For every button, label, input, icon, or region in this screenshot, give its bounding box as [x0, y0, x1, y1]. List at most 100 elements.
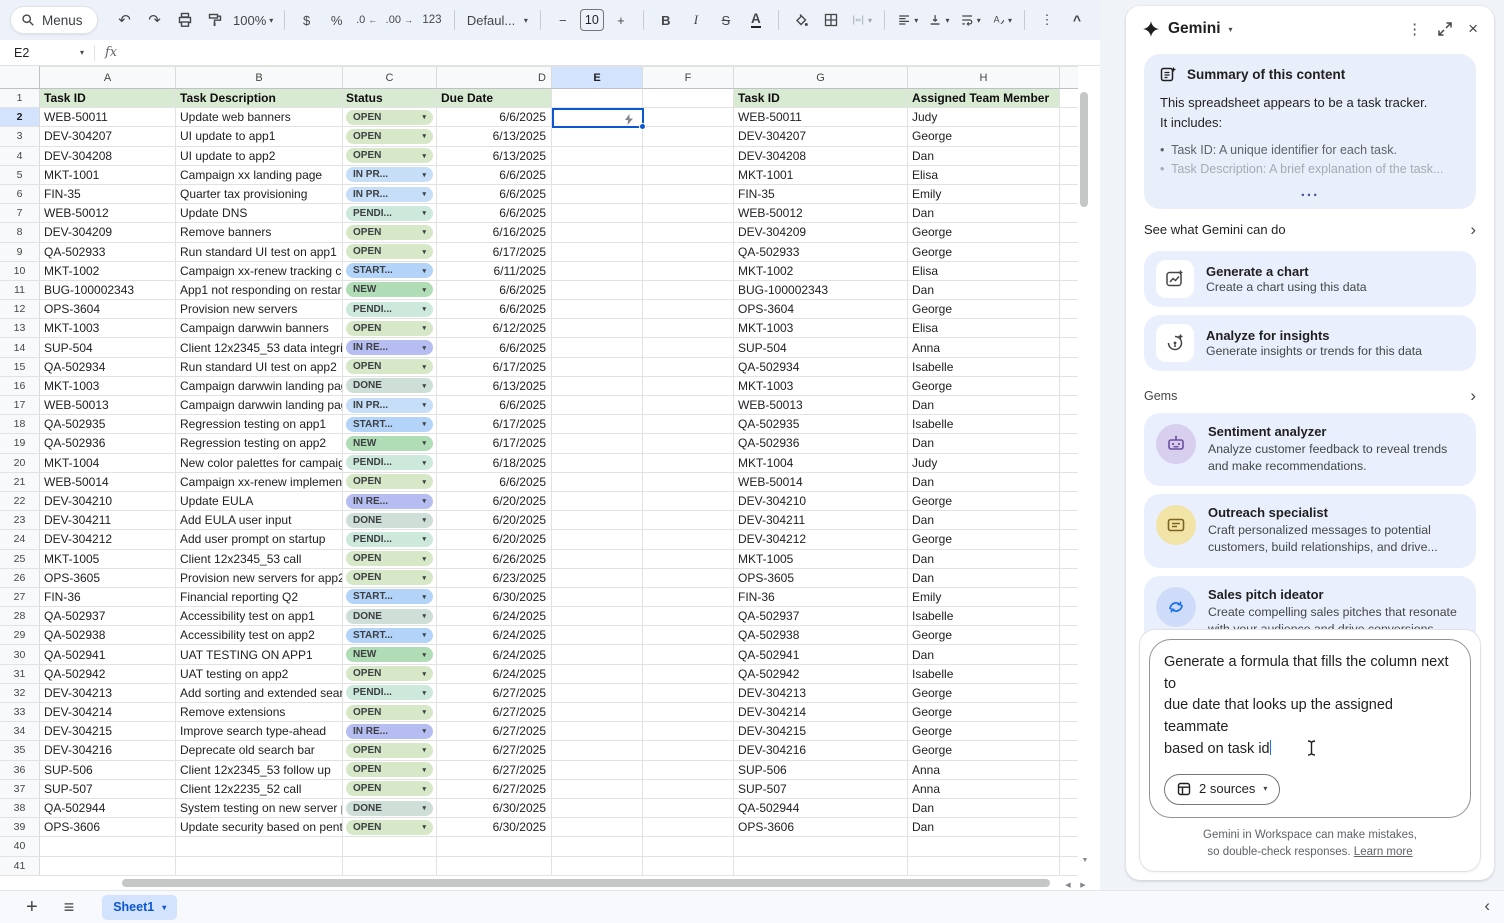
cell-f[interactable]	[643, 473, 734, 492]
cell-f[interactable]	[643, 108, 734, 127]
cell-e[interactable]	[552, 857, 643, 876]
cell-e[interactable]	[552, 262, 643, 281]
close-icon[interactable]: ×	[1468, 19, 1478, 39]
status-dropdown-chip[interactable]: START... ▾	[346, 628, 433, 643]
cell-e[interactable]	[552, 319, 643, 338]
cell-i[interactable]	[1060, 300, 1078, 319]
cell-assigned-member[interactable]: Isabelle	[908, 415, 1060, 434]
status-dropdown-chip[interactable]: DONE ▾	[346, 378, 433, 393]
cell-task-id[interactable]: QA-502937	[40, 607, 176, 626]
redo-button[interactable]: ↷	[142, 7, 168, 33]
cell-task-id[interactable]: SUP-504	[40, 338, 176, 357]
cell-e[interactable]	[552, 300, 643, 319]
cell-task-description[interactable]: UI update to app1	[176, 127, 343, 146]
cell-status[interactable]: OPEN ▾	[343, 703, 437, 722]
cell-i[interactable]	[1060, 530, 1078, 549]
cell-assigned-member[interactable]: Isabelle	[908, 607, 1060, 626]
cell-e[interactable]	[552, 818, 643, 837]
cell-f[interactable]	[643, 837, 734, 856]
cell-due-date[interactable]: 6/6/2025	[437, 108, 552, 127]
cell-task-description[interactable]: Update web banners	[176, 108, 343, 127]
cell-f[interactable]	[643, 166, 734, 185]
cell-task-id-lookup[interactable]: SUP-506	[734, 761, 908, 780]
cell-task-id[interactable]: QA-502934	[40, 358, 176, 377]
more-options-icon[interactable]: ⋮	[1407, 20, 1422, 38]
cell-e[interactable]	[552, 645, 643, 664]
row-header[interactable]: 34	[0, 722, 40, 741]
cell-assigned-member[interactable]: George	[908, 377, 1060, 396]
row-header[interactable]: 41	[0, 857, 40, 876]
cell-task-id[interactable]: OPS-3605	[40, 569, 176, 588]
cell-due-date[interactable]: 6/26/2025	[437, 550, 552, 569]
cell-status[interactable]: OPEN ▾	[343, 108, 437, 127]
status-dropdown-chip[interactable]: DONE ▾	[346, 609, 433, 624]
cell-assigned-member[interactable]: Dan	[908, 550, 1060, 569]
cell-task-id[interactable]: OPS-3606	[40, 818, 176, 837]
cell-f[interactable]	[643, 818, 734, 837]
column-header-d[interactable]: D	[437, 66, 552, 89]
cell-task-description[interactable]: Client 12x2345_53 data integrit	[176, 338, 343, 357]
cell-task-description[interactable]: App1 not responding on restart	[176, 281, 343, 300]
cell-i[interactable]	[1060, 722, 1078, 741]
cell-i1[interactable]	[1060, 89, 1078, 108]
status-dropdown-chip[interactable]: OPEN ▾	[346, 551, 433, 566]
cell-assigned-member[interactable]: Dan	[908, 281, 1060, 300]
cell-task-description[interactable]: Update EULA	[176, 492, 343, 511]
cell-task-description[interactable]: Financial reporting Q2	[176, 588, 343, 607]
cell-task-description[interactable]: Client 12x2345_53 follow up	[176, 761, 343, 780]
cell-task-id[interactable]: WEB-50013	[40, 396, 176, 415]
cell-task-id[interactable]: QA-502933	[40, 243, 176, 262]
cell-f[interactable]	[643, 684, 734, 703]
cell-task-description[interactable]: Client 12x2345_53 call	[176, 550, 343, 569]
cell-due-date[interactable]: 6/30/2025	[437, 818, 552, 837]
gemini-action-card[interactable]: Generate a chart Create a chart using th…	[1144, 251, 1476, 307]
cell-e[interactable]	[552, 837, 643, 856]
cell-i[interactable]	[1060, 684, 1078, 703]
row-header[interactable]: 28	[0, 607, 40, 626]
cell-task-id-lookup[interactable]: QA-502933	[734, 243, 908, 262]
cell-f[interactable]	[643, 454, 734, 473]
cell-due-date[interactable]: 6/6/2025	[437, 281, 552, 300]
cell-i[interactable]	[1060, 511, 1078, 530]
collapse-side-panel-button[interactable]: ‹	[1484, 896, 1490, 916]
cell-task-id-lookup[interactable]: SUP-507	[734, 780, 908, 799]
cell-f1[interactable]	[643, 89, 734, 108]
cell-e[interactable]	[552, 665, 643, 684]
status-dropdown-chip[interactable]: OPEN ▾	[346, 820, 433, 835]
see-what-gemini-can-do[interactable]: See what Gemini can do ›	[1126, 209, 1494, 251]
cell-f[interactable]	[643, 147, 734, 166]
cell-task-id[interactable]: QA-502941	[40, 645, 176, 664]
cell-task-id-lookup[interactable]: WEB-50014	[734, 473, 908, 492]
cell-i[interactable]	[1060, 396, 1078, 415]
font-size-input[interactable]: 10	[580, 9, 604, 31]
cell-status[interactable]: OPEN ▾	[343, 147, 437, 166]
cell-task-description[interactable]: System testing on new server p	[176, 799, 343, 818]
menus-button[interactable]: Menus	[10, 6, 98, 34]
cell-task-id-lookup[interactable]: QA-502942	[734, 665, 908, 684]
cell-e[interactable]	[552, 358, 643, 377]
horizontal-align-button[interactable]: ▾	[894, 7, 921, 33]
cell-f[interactable]	[643, 223, 734, 242]
cell-status[interactable]: IN PR... ▾	[343, 185, 437, 204]
row-header[interactable]: 2	[0, 108, 40, 127]
status-dropdown-chip[interactable]: OPEN ▾	[346, 743, 433, 758]
cell-i[interactable]	[1060, 645, 1078, 664]
cell-due-date[interactable]: 6/6/2025	[437, 338, 552, 357]
cell-assigned-member[interactable]: Dan	[908, 799, 1060, 818]
row-header[interactable]: 9	[0, 243, 40, 262]
all-sheets-button[interactable]: ≡	[64, 897, 75, 918]
cell-i[interactable]	[1060, 127, 1078, 146]
cell-status[interactable]: PENDI... ▾	[343, 300, 437, 319]
cell-status[interactable]: PENDI... ▾	[343, 530, 437, 549]
cell-task-id-lookup[interactable]: DEV-304215	[734, 722, 908, 741]
row-header[interactable]: 21	[0, 473, 40, 492]
cell-task-description[interactable]: Improve search type-ahead	[176, 722, 343, 741]
cell-i[interactable]	[1060, 434, 1078, 453]
cell-due-date[interactable]: 6/24/2025	[437, 665, 552, 684]
cell-e[interactable]	[552, 588, 643, 607]
cell-status[interactable]: NEW ▾	[343, 434, 437, 453]
cell-task-id-lookup[interactable]: QA-502944	[734, 799, 908, 818]
cell-due-date[interactable]: 6/27/2025	[437, 722, 552, 741]
row-header[interactable]: 31	[0, 665, 40, 684]
cell-i[interactable]	[1060, 550, 1078, 569]
